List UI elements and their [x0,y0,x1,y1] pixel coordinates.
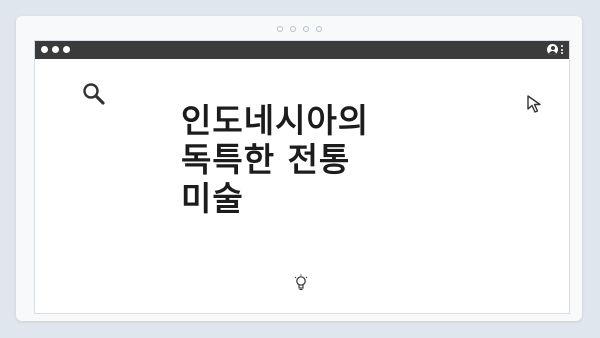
window-close-dot[interactable] [41,46,48,53]
window-maximize-dot[interactable] [63,46,70,53]
title-line-1: 인도네시아의 [181,101,370,140]
page-title: 인도네시아의 독특한 전통 미술 [181,101,441,218]
lightbulb-icon [294,274,308,291]
pagination-dot [316,26,322,32]
window-controls [41,46,70,53]
window-minimize-dot[interactable] [52,46,59,53]
title-line-2: 독특한 전통 [181,140,351,179]
title-line-3: 미술 [181,179,244,218]
cursor-arrow-icon [527,95,541,113]
pagination-dot [290,26,296,32]
browser-window: 인도네시아의 독특한 전통 미술 [34,40,570,314]
user-account-icon[interactable] [547,44,558,55]
pagination-dots [277,26,322,32]
illustration-canvas: 인도네시아의 독특한 전통 미술 [0,0,600,338]
pagination-dot [277,26,283,32]
pagination-dot [303,26,309,32]
search-icon [83,83,105,105]
kebab-menu-icon[interactable] [561,45,563,54]
titlebar-actions [547,44,563,55]
window-titlebar [35,41,569,59]
